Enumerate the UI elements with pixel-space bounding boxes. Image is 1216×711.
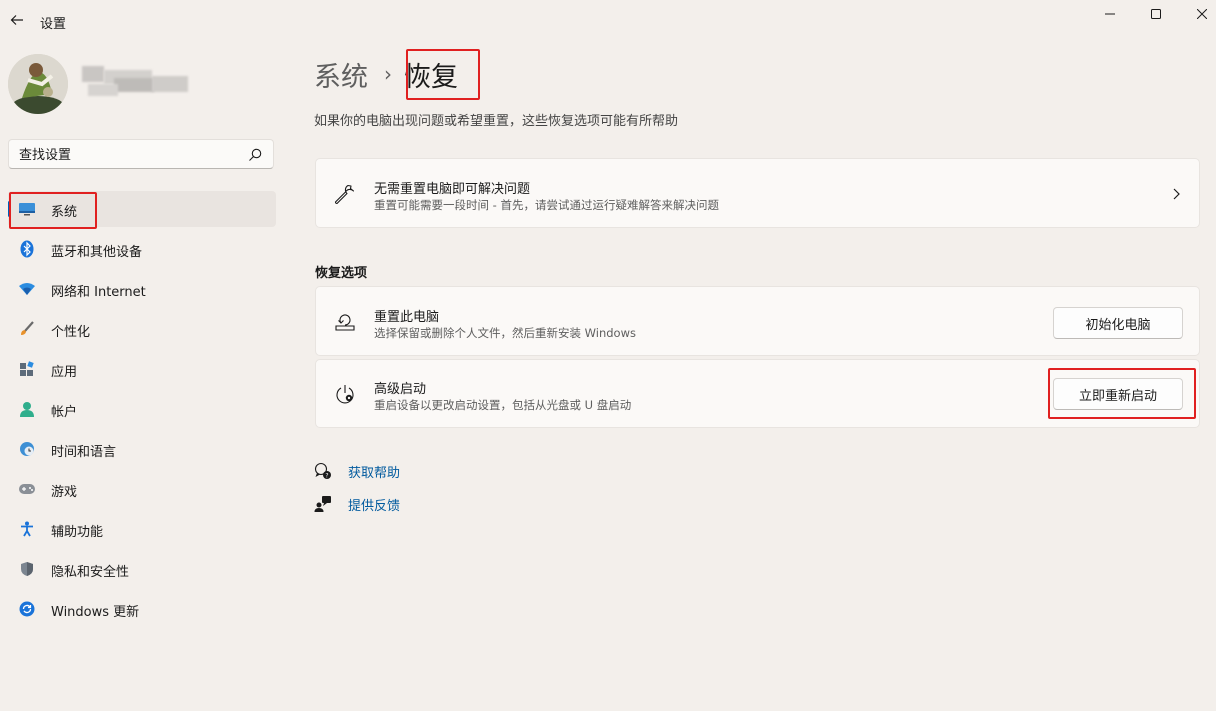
avatar-image — [8, 54, 68, 114]
reset-pc-card: 重置此电脑 选择保留或删除个人文件，然后重新安装 Windows 初始化电脑 — [315, 286, 1200, 356]
active-indicator — [8, 201, 11, 217]
give-feedback-link[interactable]: 提供反馈 — [314, 493, 400, 515]
back-arrow-icon — [10, 15, 23, 25]
minimize-icon — [1105, 13, 1115, 15]
shield-icon — [18, 560, 36, 578]
maximize-button[interactable] — [1132, 0, 1180, 28]
sidebar-item-label: 时间和语言 — [51, 445, 117, 460]
maximize-icon — [1151, 9, 1161, 19]
sidebar-item-label: 蓝牙和其他设备 — [51, 245, 143, 260]
sidebar-item-windows-update[interactable]: Windows 更新 — [8, 591, 276, 627]
sidebar-item-system[interactable]: 系统 — [8, 191, 276, 227]
feedback-icon — [314, 495, 332, 513]
sidebar-item-personalization[interactable]: 个性化 — [8, 311, 276, 347]
restart-now-button[interactable]: 立即重新启动 — [1053, 378, 1183, 410]
bluetooth-icon — [18, 240, 36, 258]
card-description: 重启设备以更改启动设置，包括从光盘或 U 盘启动 — [374, 398, 632, 412]
minimize-button[interactable] — [1086, 0, 1134, 28]
sidebar-item-label: 帐户 — [51, 405, 78, 420]
sidebar-item-label: 辅助功能 — [51, 525, 104, 540]
breadcrumb-separator: › — [384, 62, 392, 86]
sidebar-item-apps[interactable]: 应用 — [8, 351, 276, 387]
sidebar-item-label: 网络和 Internet — [51, 285, 146, 300]
sidebar-item-label: Windows 更新 — [51, 605, 140, 620]
sidebar-item-label: 个性化 — [51, 325, 91, 340]
update-icon — [18, 600, 36, 618]
globe-clock-icon — [18, 440, 36, 458]
advanced-startup-card: 高级启动 重启设备以更改启动设置，包括从光盘或 U 盘启动 立即重新启动 — [315, 359, 1200, 428]
sidebar-item-accounts[interactable]: 帐户 — [8, 391, 276, 427]
troubleshoot-card[interactable]: 无需重置电脑即可解决问题 重置可能需要一段时间 - 首先，请尝试通过运行疑难解答… — [315, 158, 1200, 228]
username-redacted — [78, 64, 190, 102]
app-title: 设置 — [40, 17, 67, 32]
gamepad-icon — [18, 480, 36, 498]
search-icon[interactable] — [247, 147, 263, 163]
accessibility-icon — [18, 520, 36, 538]
page-title: 恢复 — [404, 61, 458, 93]
card-description: 重置可能需要一段时间 - 首先，请尝试通过运行疑难解答来解决问题 — [374, 198, 719, 212]
back-button[interactable] — [6, 9, 28, 31]
avatar[interactable] — [8, 54, 68, 114]
card-title: 重置此电脑 — [374, 310, 440, 325]
svg-text:?: ? — [325, 472, 328, 479]
sidebar-item-network[interactable]: 网络和 Internet — [8, 271, 276, 307]
search-input[interactable] — [19, 145, 239, 165]
card-title: 无需重置电脑即可解决问题 — [374, 182, 531, 197]
reset-pc-icon — [333, 310, 357, 334]
search-box[interactable] — [8, 139, 274, 169]
breadcrumb-parent[interactable]: 系统 — [314, 55, 368, 94]
wrench-icon — [333, 182, 357, 206]
sidebar-item-privacy[interactable]: 隐私和安全性 — [8, 551, 276, 587]
sidebar-item-bluetooth[interactable]: 蓝牙和其他设备 — [8, 231, 276, 267]
sidebar-item-label: 应用 — [51, 365, 78, 380]
chevron-right-icon — [1173, 188, 1180, 200]
card-title: 高级启动 — [374, 382, 427, 397]
get-help-label[interactable]: 获取帮助 — [348, 462, 400, 481]
title-bar: 设置 — [0, 0, 1216, 40]
sidebar-item-label: 系统 — [51, 205, 78, 220]
help-chat-icon: ? — [314, 462, 332, 480]
brush-icon — [18, 320, 36, 338]
page-subtitle: 如果你的电脑出现问题或希望重置，这些恢复选项可能有所帮助 — [314, 114, 679, 129]
card-description: 选择保留或删除个人文件，然后重新安装 Windows — [374, 326, 636, 340]
section-title: 恢复选项 — [315, 266, 368, 281]
reset-pc-button[interactable]: 初始化电脑 — [1053, 307, 1183, 339]
person-icon — [18, 400, 36, 418]
sidebar-item-label: 游戏 — [51, 485, 78, 500]
display-icon — [18, 200, 36, 218]
close-button[interactable] — [1178, 0, 1216, 28]
breadcrumb: 系统 › 恢复 — [314, 52, 458, 96]
give-feedback-label[interactable]: 提供反馈 — [348, 495, 400, 514]
power-settings-icon — [333, 382, 357, 406]
wifi-icon — [18, 280, 36, 298]
apps-icon — [18, 360, 36, 378]
sidebar-item-label: 隐私和安全性 — [51, 565, 130, 580]
sidebar-item-time-language[interactable]: 时间和语言 — [8, 431, 276, 467]
close-icon — [1197, 9, 1207, 19]
sidebar-nav: 系统 蓝牙和其他设备 网络和 Internet 个性化 应用 帐户 时间和语言 … — [8, 191, 276, 631]
sidebar-item-accessibility[interactable]: 辅助功能 — [8, 511, 276, 547]
sidebar-item-gaming[interactable]: 游戏 — [8, 471, 276, 507]
get-help-link[interactable]: ? 获取帮助 — [314, 460, 400, 482]
